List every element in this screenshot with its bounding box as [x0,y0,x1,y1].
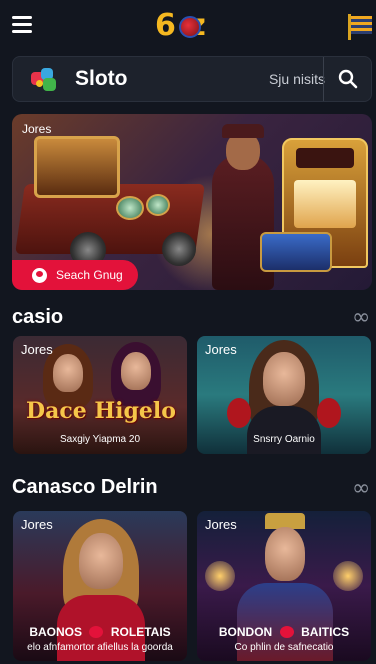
top-header: 6 z [0,0,376,52]
hero-coin-image [116,196,144,220]
hero-wheel-image [162,232,196,266]
card-character-dress [247,406,321,454]
user-circle-icon [32,268,47,283]
card-character-face [121,352,151,390]
card-character-collar [227,398,251,428]
hero-coin-image [146,194,170,216]
section-title-canasco: Canasco Delrin [12,476,158,498]
card-tag: Jores [21,517,53,532]
hero-slot-screen [294,180,356,228]
search-input[interactable] [193,65,325,93]
card-title-row: BONDON BAITICS [197,623,371,641]
card-character-face [79,533,123,589]
flag-icon[interactable] [348,14,372,40]
infinity-icon[interactable]: ∞ [352,476,370,501]
card-candle-glow [205,561,235,591]
logo-badge-icon [179,16,201,38]
hero-cta-label: Seach Gnug [56,268,123,282]
hero-banner[interactable]: Jores Seach Gnug [12,114,372,290]
hamburger-icon[interactable] [12,16,32,34]
game-card[interactable]: Jores BAONOS ROLETAIS elo afnfamortor af… [13,511,187,661]
game-card[interactable]: Jores Snsrry Oarnio [197,336,371,454]
hero-character-hat [222,124,264,138]
card-tag: Jores [205,517,237,532]
search-button[interactable] [324,57,372,101]
card-caption: Co phlin de safnecatio [234,642,334,653]
card-candle-glow [333,561,363,591]
hero-tag: Jores [22,122,52,136]
brand-logo-icon [31,68,63,92]
hero-slot-sign [296,148,354,168]
hero-cta-button[interactable]: Seach Gnug [12,260,138,290]
card-tag: Jores [205,342,237,357]
game-card[interactable]: Jores BONDON BAITICS Co phlin de safneca… [197,511,371,661]
card-title-left: BAONOS [29,625,82,639]
card-caption: Snsrry Oarnio [253,434,315,445]
site-logo[interactable]: 6 z [155,8,233,44]
infinity-icon[interactable]: ∞ [352,305,370,330]
game-card[interactable]: Jores Dace Higelo Saxgiy Yiapma 20 [13,336,187,454]
card-character-face [265,527,305,581]
hero-slot-screen-left [34,136,120,198]
card-title-right: ROLETAIS [110,625,171,639]
card-caption: Saxgiy Yiapma 20 [59,434,141,445]
card-character-face [263,352,305,406]
card-title-right: BAITICS [301,625,350,639]
section-title-casio: casio [12,306,64,328]
hero-control-panel-image [260,232,332,272]
search-icon [338,69,358,89]
card-tag: Jores [21,342,53,357]
card-title-left: BONDON [218,625,273,639]
card-title: Dace Higelo [26,398,176,424]
heart-icon [89,625,104,638]
card-character-face [53,354,83,392]
card-caption: elo afnfamortor afiellus la goorda [27,642,173,653]
brand-name: Sloto [75,67,128,90]
card-title-row: BAONOS ROLETAIS [13,623,187,641]
search-bar: Sloto [12,56,372,102]
app-root: 6 z Sloto [0,0,376,664]
card-character-collar [317,398,341,428]
heart-icon [279,625,294,638]
